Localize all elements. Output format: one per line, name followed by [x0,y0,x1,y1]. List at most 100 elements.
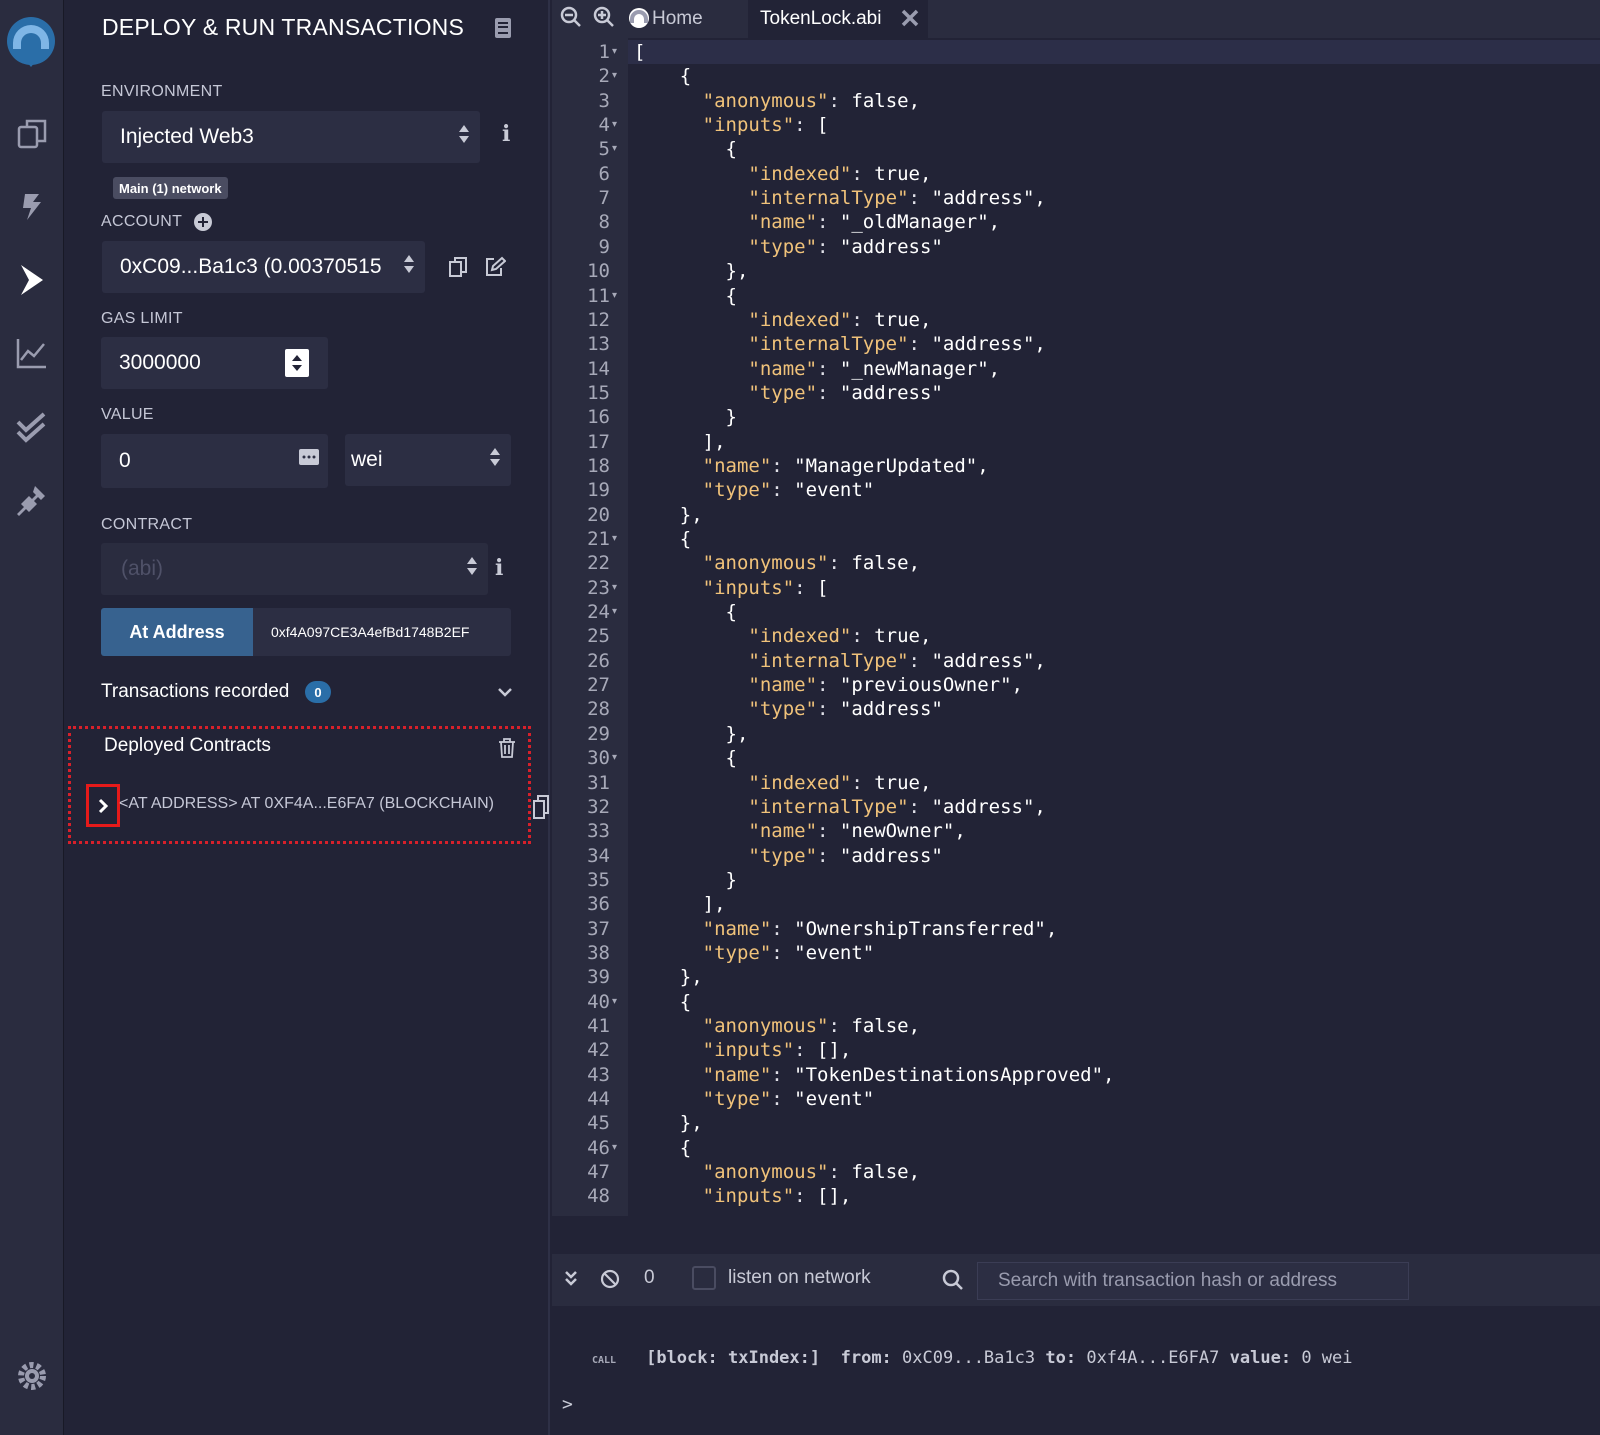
code-line: "type": "address" [748,844,943,867]
line-number: 44 [587,1088,610,1111]
value-unit-select[interactable]: wei [345,434,511,486]
line-number: 37 [587,917,610,940]
tab-home[interactable]: Home [626,0,703,38]
panel-title: DEPLOY & RUN TRANSACTIONS [102,14,465,40]
fold-arrow-icon[interactable]: ▾ [612,40,617,64]
plugin-manager-icon[interactable] [8,475,56,523]
gas-limit-input[interactable]: 3000000 [101,337,328,389]
transactions-recorded-label[interactable]: Transactions recorded [101,681,289,703]
fold-arrow-icon[interactable]: ▾ [612,990,617,1014]
log-txindex: txIndex:] [728,1348,821,1368]
fold-arrow-icon[interactable]: ▾ [612,113,617,137]
line-number: 35 [587,868,610,891]
value-input[interactable]: 0 [101,434,328,488]
zoom-out-icon[interactable] [560,6,582,33]
code-line: } [634,406,737,429]
at-address-input[interactable]: 0xf4A097CE3A4efBd1748B2EF [253,608,511,656]
select-arrows-icon [403,254,415,280]
code-line: "internalType": "address", [748,333,1046,356]
code-line: "type": "event" [702,1088,875,1111]
line-number: 17 [587,430,610,453]
deployed-contract-item[interactable]: <AT ADDRESS> AT 0XF4A...E6FA7 (BLOCKCHAI… [119,795,494,813]
line-number: 3 [598,89,610,112]
code-line: "type": "event" [702,941,875,964]
line-number: 6 [598,162,610,185]
at-address-button[interactable]: At Address [101,608,253,656]
tab-file-label: TokenLock.abi [760,8,882,29]
environment-select[interactable]: Injected Web3 [102,111,480,163]
copy-address-icon[interactable] [532,794,550,825]
deployed-contracts-label: Deployed Contracts [104,735,271,756]
contract-info-icon[interactable]: i [495,555,503,581]
gas-limit-value: 3000000 [119,351,201,374]
fold-arrow-icon[interactable]: ▾ [612,746,617,770]
analysis-icon[interactable] [8,329,56,377]
zoom-in-icon[interactable] [593,6,615,33]
copy-account-icon[interactable] [448,256,468,283]
fold-arrow-icon[interactable]: ▾ [612,576,617,600]
transactions-count-badge: 0 [305,681,331,703]
ellipsis-icon[interactable] [298,448,320,472]
documentation-icon[interactable] [493,17,513,44]
code-line: { [634,284,737,307]
log-block: [block: [646,1348,718,1368]
code-line: "inputs": [], [702,1039,852,1062]
testing-icon[interactable] [8,402,56,450]
line-number: 31 [587,771,610,794]
fold-arrow-icon[interactable]: ▾ [612,527,617,551]
account-select[interactable]: 0xC09...Ba1c3 (0.00370515 [102,241,425,293]
compiler-icon[interactable] [8,183,56,231]
tab-tokenlock-abi[interactable]: TokenLock.abi [748,0,928,38]
line-number: 33 [587,820,610,843]
line-number: 45 [587,1112,610,1135]
line-number: 10 [587,260,610,283]
fold-arrow-icon[interactable]: ▾ [612,1136,617,1160]
value-unit: wei [351,448,383,471]
transaction-search-input[interactable]: Search with transaction hash or address [977,1262,1409,1300]
deploy-run-icon[interactable] [8,256,56,304]
fold-arrow-icon[interactable]: ▾ [612,284,617,308]
code-line: { [634,138,737,161]
settings-gear-icon[interactable] [8,1352,56,1400]
code-line: { [634,65,692,88]
trash-icon[interactable] [498,738,516,763]
code-line: "inputs": [ [702,576,829,599]
line-number: 41 [587,1015,610,1037]
code-line: }, [634,260,749,283]
environment-info-icon[interactable]: i [502,121,510,147]
sign-message-icon[interactable] [484,256,507,283]
chevron-down-icon[interactable] [497,684,513,705]
code-content[interactable]: [ { "anonymous": false, "inputs": [ { "i… [628,38,1600,1216]
collapse-terminal-icon[interactable] [564,1269,578,1292]
console-prompt[interactable]: > [562,1394,573,1415]
contract-select[interactable]: (abi) [101,543,488,595]
remix-logo-icon[interactable] [2,14,60,72]
code-line: "indexed": true, [748,162,932,185]
add-account-icon[interactable] [193,212,213,237]
listen-network-checkbox[interactable] [692,1266,716,1290]
code-line: "anonymous": false, [702,89,921,112]
log-value-label: value: [1229,1348,1292,1368]
line-number: 4 [598,114,610,137]
code-line: }, [634,966,703,989]
expand-contract-button[interactable] [86,784,120,827]
line-number: 7 [598,187,610,210]
line-number: 13 [587,333,610,356]
number-spinner-icon[interactable] [285,349,309,377]
fold-arrow-icon[interactable]: ▾ [612,600,617,624]
log-entry[interactable]: CALL [block: txIndex:] from: 0xC09...Ba1c… [592,1348,1353,1368]
value-amount: 0 [119,449,131,472]
code-line: { [634,990,692,1013]
clear-console-icon[interactable] [600,1269,620,1294]
code-line: }, [634,722,749,745]
close-icon[interactable] [900,8,920,34]
line-number: 18 [587,454,610,477]
select-arrows-icon [489,447,501,473]
line-number: 39 [587,966,610,989]
line-number: 5 [598,138,610,161]
fold-arrow-icon[interactable]: ▾ [612,137,617,161]
file-explorer-icon[interactable] [8,110,56,158]
select-arrows-icon [466,556,478,582]
fold-arrow-icon[interactable]: ▾ [612,64,617,88]
code-line: "name": "_oldManager", [748,211,1001,234]
